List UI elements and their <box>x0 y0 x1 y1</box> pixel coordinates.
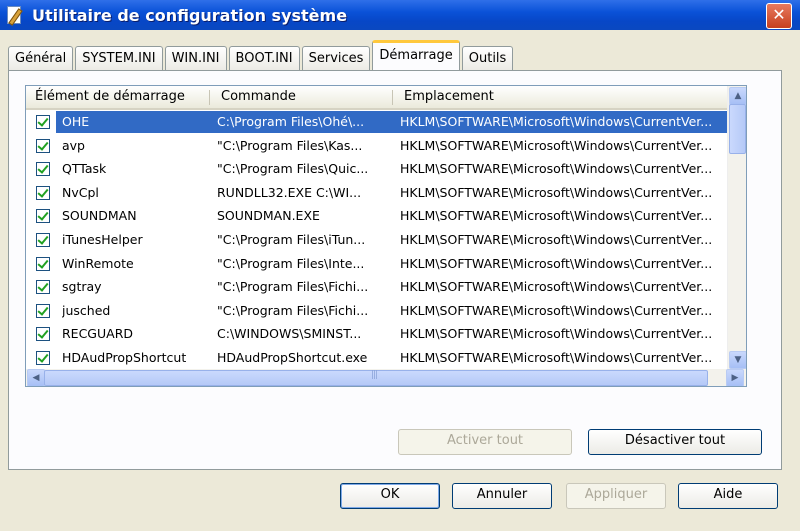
window-title: Utilitaire de configuration système <box>32 5 348 25</box>
cell-command: RUNDLL32.EXE C:\WI... <box>217 184 362 200</box>
scroll-left-button[interactable]: ◀ <box>27 369 45 386</box>
tab-services[interactable]: Services <box>301 46 371 70</box>
cell-location: HKLM\SOFTWARE\Microsoft\Windows\CurrentV… <box>400 326 713 342</box>
scroll-up-button[interactable]: ▲ <box>729 87 746 105</box>
cell-command: C:\Program Files\Ohé\... <box>217 114 365 129</box>
tab-strip: Général SYSTEM.INI WIN.INI BOOT.INI Services… <box>8 40 515 70</box>
cell-command: "C:\Program Files\iTun... <box>217 231 366 247</box>
help-button[interactable]: Aide <box>678 483 778 509</box>
cell-location: HKLM\SOFTWARE\Microsoft\Windows\CurrentV… <box>400 208 713 224</box>
startup-checkbox[interactable] <box>36 162 50 177</box>
vertical-scrollbar[interactable]: ▲ ▼ <box>727 86 746 370</box>
cell-startup-item: iTunesHelper <box>62 231 143 247</box>
startup-checkbox[interactable] <box>36 303 50 318</box>
list-header: Élément de démarrage Commande Emplacemen… <box>26 86 738 110</box>
cell-startup-item: OHE <box>62 114 90 129</box>
startup-checkbox[interactable] <box>36 256 50 271</box>
tab-outils[interactable]: Outils <box>461 46 514 70</box>
table-row[interactable]: sgtray "C:\Program Files\Fichi... HKLM\SOF… <box>26 275 738 299</box>
cell-startup-item: avp <box>62 137 85 153</box>
startup-checkbox[interactable] <box>36 115 50 129</box>
cell-command: C:\WINDOWS\SMINST... <box>217 326 362 342</box>
title-bar: Utilitaire de configuration système ✕ <box>0 0 800 30</box>
tab-boot-ini[interactable]: BOOT.INI <box>228 46 300 70</box>
cell-location: HKLM\SOFTWARE\Microsoft\Windows\CurrentV… <box>400 231 713 247</box>
scroll-down-button[interactable]: ▼ <box>729 351 746 369</box>
msconfig-app-icon <box>5 5 25 26</box>
cell-command: "C:\Program Files\Fichi... <box>217 302 369 318</box>
ok-button[interactable]: OK <box>340 483 440 509</box>
cell-startup-item: sgtray <box>62 279 102 295</box>
tab-d-marrage[interactable]: Démarrage <box>372 40 460 70</box>
enable-all-button[interactable]: Activer tout <box>398 429 572 455</box>
cell-startup-item: NvCpl <box>62 184 99 200</box>
cell-location: HKLM\SOFTWARE\Microsoft\Windows\CurrentV… <box>400 279 713 295</box>
startup-checkbox[interactable] <box>36 327 50 342</box>
cell-command: SOUNDMAN.EXE <box>217 208 320 224</box>
tab-win-ini[interactable]: WIN.INI <box>164 46 227 70</box>
cell-startup-item: WinRemote <box>62 255 134 271</box>
table-row[interactable]: WinRemote "C:\Program Files\Inte... HKLM\S… <box>26 252 738 276</box>
cell-location: HKLM\SOFTWARE\Microsoft\Windows\CurrentV… <box>400 137 713 153</box>
startup-checkbox[interactable] <box>36 185 50 200</box>
tab-g-n-ral[interactable]: Général <box>8 46 74 70</box>
cell-location: HKLM\SOFTWARE\Microsoft\Windows\CurrentV… <box>400 302 713 318</box>
table-row[interactable]: SOUNDMAN SOUNDMAN.EXE HKLM\SOFTWARE\Micros… <box>26 204 738 228</box>
startup-checkbox[interactable] <box>36 350 50 365</box>
cell-command: "C:\Program Files\Quic... <box>217 161 369 177</box>
column-header-command[interactable]: Commande <box>212 86 296 108</box>
startup-panel: Élément de démarrage Commande Emplacemen… <box>8 70 782 470</box>
cell-startup-item: jusched <box>62 302 111 318</box>
table-row[interactable]: iTunesHelper "C:\Program Files\iTun... HKL… <box>26 228 738 252</box>
startup-checkbox[interactable] <box>36 280 50 295</box>
startup-checkbox[interactable] <box>36 138 50 153</box>
startup-list[interactable]: Élément de démarrage Commande Emplacemen… <box>25 85 747 387</box>
disable-all-button[interactable]: Désactiver tout <box>588 429 762 455</box>
cell-command: "C:\Program Files\Fichi... <box>217 279 369 295</box>
list-rows: OHE C:\Program Files\Ohé\... HKLM\SOFTWARE… <box>26 110 738 386</box>
table-row[interactable]: RECGUARD C:\WINDOWS\SMINST... HKLM\SOFTWAR… <box>26 322 738 346</box>
table-row[interactable]: OHE C:\Program Files\Ohé\... HKLM\SOFTWARE… <box>26 110 738 134</box>
cell-command: HDAudPropShortcut.exe <box>217 349 368 365</box>
apply-button[interactable]: Appliquer <box>566 483 666 509</box>
table-row[interactable]: NvCpl RUNDLL32.EXE C:\WI... HKLM\SOFTWARE\… <box>26 181 738 205</box>
cell-location: HKLM\SOFTWARE\Microsoft\Windows\CurrentV… <box>400 114 713 129</box>
cell-location: HKLM\SOFTWARE\Microsoft\Windows\CurrentV… <box>400 349 713 365</box>
cell-command: "C:\Program Files\Inte... <box>217 255 365 271</box>
vertical-scroll-thumb[interactable] <box>729 104 746 154</box>
cell-startup-item: QTTask <box>62 161 107 177</box>
cell-location: HKLM\SOFTWARE\Microsoft\Windows\CurrentV… <box>400 255 713 271</box>
cell-startup-item: HDAudPropShortcut <box>62 349 187 365</box>
tab-system-ini[interactable]: SYSTEM.INI <box>75 46 163 70</box>
startup-checkbox[interactable] <box>36 209 50 224</box>
cancel-button[interactable]: Annuler <box>452 483 552 509</box>
cell-location: HKLM\SOFTWARE\Microsoft\Windows\CurrentV… <box>400 184 713 200</box>
cell-command: "C:\Program Files\Kas... <box>217 137 363 153</box>
table-row[interactable]: HDAudPropShortcut HDAudPropShortcut.exe HK… <box>26 346 738 370</box>
close-button[interactable]: ✕ <box>766 3 792 29</box>
horizontal-scrollbar[interactable]: ◀ ▶ <box>26 369 746 386</box>
scroll-right-button[interactable]: ▶ <box>726 369 744 386</box>
startup-checkbox[interactable] <box>36 232 50 247</box>
cell-startup-item: RECGUARD <box>62 326 134 342</box>
table-row[interactable]: jusched "C:\Program Files\Fichi... HKLM\SO… <box>26 299 738 323</box>
column-header-location[interactable]: Emplacement <box>395 86 494 108</box>
horizontal-scroll-thumb[interactable] <box>44 370 708 386</box>
cell-location: HKLM\SOFTWARE\Microsoft\Windows\CurrentV… <box>400 161 713 177</box>
cell-startup-item: SOUNDMAN <box>62 208 137 224</box>
table-row[interactable]: avp "C:\Program Files\Kas... HKLM\SOFTWARE… <box>26 134 738 158</box>
column-header-startup-item[interactable]: Élément de démarrage <box>26 86 185 108</box>
table-row[interactable]: QTTask "C:\Program Files\Quic... HKLM\SOFT… <box>26 157 738 181</box>
